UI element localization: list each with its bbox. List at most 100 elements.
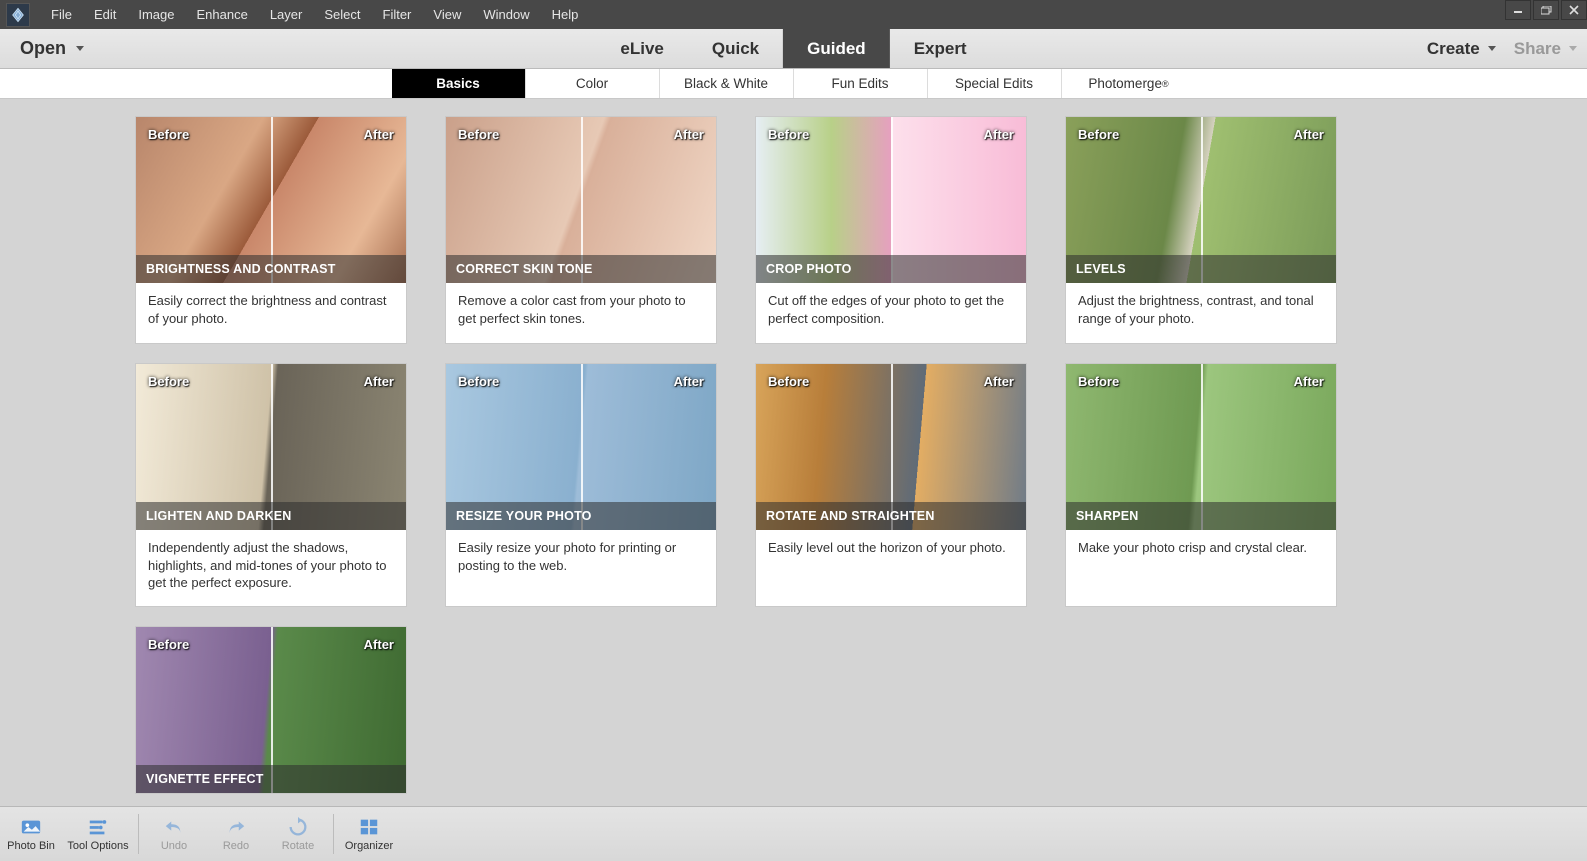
before-label: Before (768, 374, 809, 389)
create-label: Create (1427, 39, 1480, 59)
photo-bin-button[interactable]: Photo Bin (0, 807, 62, 861)
card-title: CORRECT SKIN TONE (446, 255, 716, 283)
tool-options-label: Tool Options (67, 840, 128, 852)
menu-help[interactable]: Help (541, 0, 590, 29)
menu-edit[interactable]: Edit (83, 0, 127, 29)
menu-enhance[interactable]: Enhance (186, 0, 259, 29)
menu-image[interactable]: Image (127, 0, 185, 29)
organizer-label: Organizer (345, 840, 393, 852)
card-thumbnail: Before After LIGHTEN AND DARKEN (136, 364, 406, 530)
redo-button[interactable]: Redo (205, 807, 267, 861)
card-description: Make your photo crisp and crystal clear. (1066, 530, 1336, 590)
guided-card[interactable]: Before After LIGHTEN AND DARKENIndependent… (135, 363, 407, 607)
restore-button[interactable] (1533, 0, 1559, 20)
separator (333, 814, 334, 854)
work-area: BeforeAfterBRIGHTNESS AND CONTRAST Easily… (0, 99, 1587, 806)
share-button[interactable]: Share (1514, 39, 1577, 59)
rotate-label: Rotate (282, 840, 314, 852)
open-button[interactable]: Open (0, 29, 104, 68)
menu-filter[interactable]: Filter (372, 0, 423, 29)
category-basics[interactable]: Basics (392, 69, 526, 98)
menu-bar: FileEditImageEnhanceLayerSelectFilterVie… (0, 0, 1587, 29)
menu-select[interactable]: Select (313, 0, 371, 29)
guided-card[interactable]: Before After LEVELSAdjust the brightness, … (1065, 116, 1337, 344)
guided-card[interactable]: Before After CORRECT SKIN TONERemove a col… (445, 116, 717, 344)
card-thumbnail: Before After CROP PHOTO (756, 117, 1026, 283)
before-label: Before (458, 374, 499, 389)
after-label: After (1294, 374, 1324, 389)
redo-icon (224, 816, 248, 838)
organizer-icon (357, 816, 381, 838)
menu-file[interactable]: File (40, 0, 83, 29)
card-title: ROTATE AND STRAIGHTEN (756, 502, 1026, 530)
card-thumbnail: BeforeAfterVIGNETTE EFFECT (136, 627, 406, 793)
rotate-button[interactable]: Rotate (267, 807, 329, 861)
card-thumbnail: Before After SHARPEN (1066, 364, 1336, 530)
guided-card[interactable]: BeforeAfterROTATE AND STRAIGHTENEasily l… (755, 363, 1027, 607)
category-special-edits[interactable]: Special Edits (928, 69, 1062, 98)
category-photomerge[interactable]: Photomerge® (1062, 69, 1196, 98)
chevron-down-icon (1488, 46, 1496, 51)
menu-window[interactable]: Window (472, 0, 540, 29)
undo-icon (162, 816, 186, 838)
guided-card[interactable]: BeforeAfterBRIGHTNESS AND CONTRASTEasily… (135, 116, 407, 344)
card-description: Adjust the brightness, contrast, and ton… (1066, 283, 1336, 343)
menu-view[interactable]: View (422, 0, 472, 29)
card-description: Cut off the edges of your photo to get t… (756, 283, 1026, 343)
card-thumbnail: Before After CORRECT SKIN TONE (446, 117, 716, 283)
menu-layer[interactable]: Layer (259, 0, 314, 29)
card-thumbnail: Before After LEVELS (1066, 117, 1336, 283)
close-button[interactable] (1561, 0, 1587, 20)
card-title: LEVELS (1066, 255, 1336, 283)
mode-tab-elive[interactable]: eLive (596, 29, 687, 68)
guided-card[interactable]: Before After CROP PHOTOCut off the edges o… (755, 116, 1027, 344)
card-title: SHARPEN (1066, 502, 1336, 530)
mode-tab-quick[interactable]: Quick (688, 29, 783, 68)
card-description: Easily resize your photo for printing or… (446, 530, 716, 590)
separator (138, 814, 139, 854)
tool-options-button[interactable]: Tool Options (62, 807, 134, 861)
card-title: LIGHTEN AND DARKEN (136, 502, 406, 530)
after-label: After (1294, 127, 1324, 142)
chevron-down-icon (76, 46, 84, 51)
card-title: VIGNETTE EFFECT (136, 765, 406, 793)
tool-options-icon (86, 816, 110, 838)
card-title: CROP PHOTO (756, 255, 1026, 283)
category-black-white[interactable]: Black & White (660, 69, 794, 98)
mode-tab-expert[interactable]: Expert (890, 29, 991, 68)
share-label: Share (1514, 39, 1561, 59)
card-description: Remove a color cast from your photo to g… (446, 283, 716, 343)
before-label: Before (1078, 374, 1119, 389)
bottom-toolbar: Photo Bin Tool Options Undo Redo Rotate … (0, 806, 1587, 861)
organizer-button[interactable]: Organizer (338, 807, 400, 861)
create-button[interactable]: Create (1427, 39, 1496, 59)
chevron-down-icon (1569, 46, 1577, 51)
after-label: After (984, 374, 1014, 389)
before-label: Before (148, 127, 189, 142)
window-controls (1503, 0, 1587, 22)
guided-card[interactable]: BeforeAfterRESIZE YOUR PHOTOEasily resiz… (445, 363, 717, 607)
card-thumbnail: Before After ROTATE AND STRAIGHTEN (756, 364, 1026, 530)
category-color[interactable]: Color (526, 69, 660, 98)
undo-button[interactable]: Undo (143, 807, 205, 861)
guided-card[interactable]: BeforeAfterVIGNETTE EFFECT (135, 626, 407, 794)
after-label: After (984, 127, 1014, 142)
open-label: Open (20, 38, 66, 59)
minimize-button[interactable] (1505, 0, 1531, 20)
app-icon (6, 3, 30, 27)
category-fun-edits[interactable]: Fun Edits (794, 69, 928, 98)
before-label: Before (148, 637, 189, 652)
after-label: After (364, 374, 394, 389)
guided-card[interactable]: Before After SHARPENMake your photo crisp … (1065, 363, 1337, 607)
after-label: After (674, 374, 704, 389)
card-thumbnail: BeforeAfterRESIZE YOUR PHOTO (446, 364, 716, 530)
mode-tab-guided[interactable]: Guided (783, 29, 890, 68)
before-label: Before (458, 127, 499, 142)
before-label: Before (148, 374, 189, 389)
before-label: Before (1078, 127, 1119, 142)
category-bar: BasicsColorBlack & WhiteFun EditsSpecial… (0, 69, 1587, 99)
card-description: Independently adjust the shadows, highli… (136, 530, 406, 606)
card-thumbnail: BeforeAfterBRIGHTNESS AND CONTRAST (136, 117, 406, 283)
before-label: Before (768, 127, 809, 142)
after-label: After (674, 127, 704, 142)
